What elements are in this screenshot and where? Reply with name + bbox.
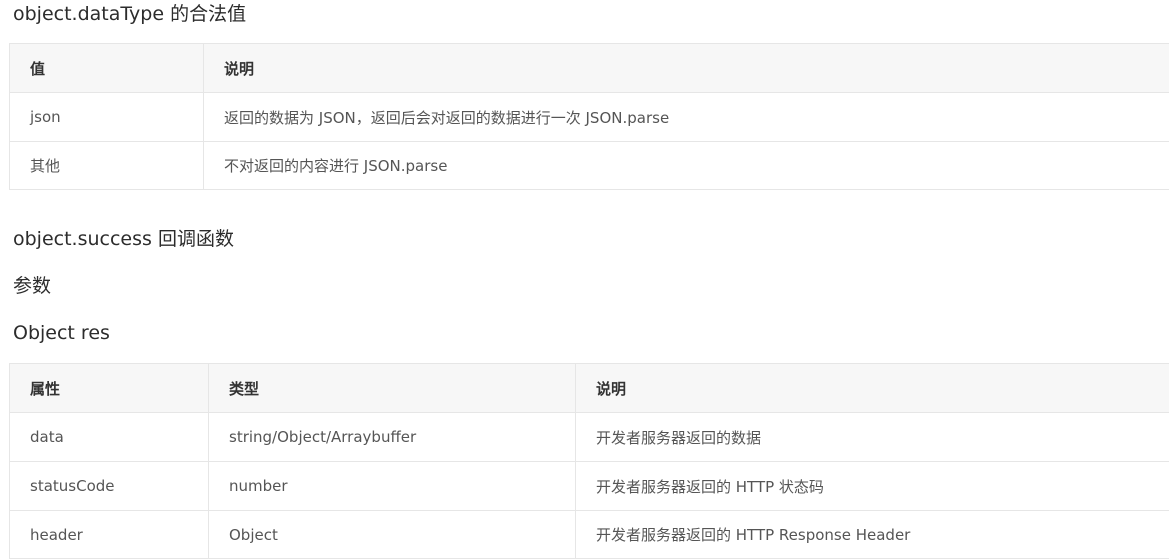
table-row: statusCode number 开发者服务器返回的 HTTP 状态码: [9, 461, 1169, 511]
cell-property: statusCode: [9, 461, 209, 511]
success-res-table: 属性 类型 说明 data string/Object/Arraybuffer …: [9, 363, 1169, 559]
cell-description: 不对返回的内容进行 JSON.parse: [203, 141, 1169, 190]
cell-description: 开发者服务器返回的数据: [575, 412, 1169, 462]
cell-type: Object: [208, 510, 576, 559]
table-row: json 返回的数据为 JSON，返回后会对返回的数据进行一次 JSON.par…: [9, 92, 1169, 142]
table-row: header Object 开发者服务器返回的 HTTP Response He…: [9, 510, 1169, 559]
cell-property: data: [9, 412, 209, 462]
table-header-row: 值 说明: [9, 43, 1169, 93]
table-row: 其他 不对返回的内容进行 JSON.parse: [9, 141, 1169, 190]
header-cell-type: 类型: [208, 363, 576, 413]
cell-value: json: [9, 92, 204, 142]
cell-property: header: [9, 510, 209, 559]
table-row: data string/Object/Arraybuffer 开发者服务器返回的…: [9, 412, 1169, 462]
cell-value: 其他: [9, 141, 204, 190]
cell-description: 开发者服务器返回的 HTTP 状态码: [575, 461, 1169, 511]
object-res-heading: Object res: [13, 322, 110, 344]
datatype-table: 值 说明 json 返回的数据为 JSON，返回后会对返回的数据进行一次 JSO…: [9, 43, 1169, 190]
cell-description: 开发者服务器返回的 HTTP Response Header: [575, 510, 1169, 559]
cell-type: number: [208, 461, 576, 511]
header-cell-value: 值: [9, 43, 204, 93]
header-cell-description: 说明: [203, 43, 1169, 93]
cell-description: 返回的数据为 JSON，返回后会对返回的数据进行一次 JSON.parse: [203, 92, 1169, 142]
header-cell-property: 属性: [9, 363, 209, 413]
cell-type: string/Object/Arraybuffer: [208, 412, 576, 462]
table-header-row: 属性 类型 说明: [9, 363, 1169, 413]
header-cell-description: 说明: [575, 363, 1169, 413]
success-heading: object.success 回调函数: [13, 228, 234, 250]
params-heading: 参数: [13, 275, 52, 297]
datatype-heading: object.dataType 的合法值: [13, 3, 247, 25]
